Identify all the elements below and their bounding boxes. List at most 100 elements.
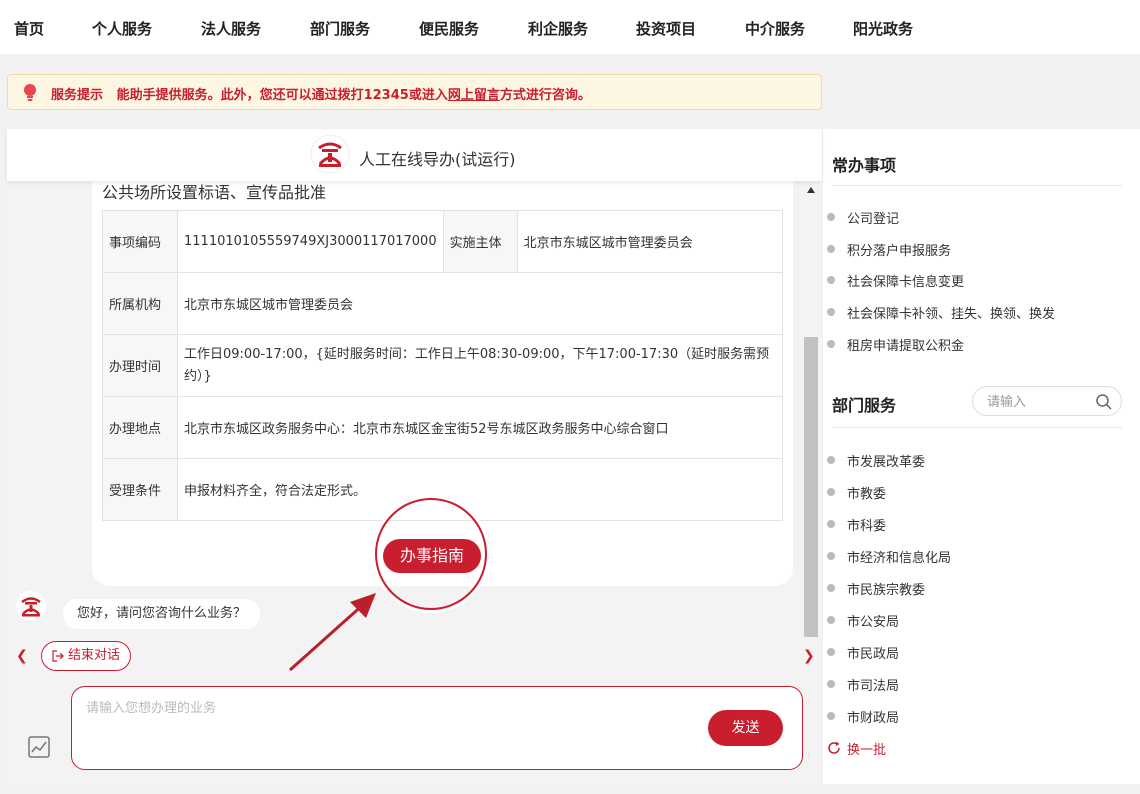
bullet-icon [827, 340, 835, 348]
scroll-up-arrow-icon[interactable] [807, 187, 815, 193]
nav-item-agency[interactable]: 中介服务 [745, 18, 805, 39]
nav-item-personal[interactable]: 个人服务 [92, 18, 152, 39]
common-items-title: 常办事项 [832, 156, 897, 175]
bullet-icon [827, 584, 835, 592]
nav-item-enterprise[interactable]: 利企服务 [528, 18, 588, 39]
bullet-icon [827, 245, 835, 253]
department-item[interactable]: 市民族宗教委 [827, 579, 926, 598]
bullet-icon [827, 712, 835, 720]
department-item[interactable]: 市公安局 [827, 611, 900, 630]
row-label: 事项编码 [102, 210, 178, 273]
nav-item-department[interactable]: 部门服务 [310, 18, 370, 39]
message-input[interactable] [86, 697, 686, 757]
chat-title: 人工在线导办(试运行) [359, 150, 516, 169]
row-label: 受理条件 [102, 458, 178, 521]
department-item-label: 市公安局 [847, 615, 900, 630]
bot-avatar-icon [16, 591, 46, 621]
table-row: 办理时间 工作日09:00-17:00，{延时服务时间：工作日上午08:30-0… [102, 334, 783, 397]
bullet-icon [827, 648, 835, 656]
bullet-icon [827, 616, 835, 624]
department-services-title: 部门服务 [832, 396, 897, 415]
common-item[interactable]: 社会保障卡补领、挂失、换领、换发 [827, 303, 1056, 322]
common-item-label: 社会保障卡信息变更 [847, 275, 965, 290]
bullet-icon [827, 680, 835, 688]
notice-text: 能助手提供服务。此外，您还可以通过拨打12345或进入 [116, 88, 448, 103]
bullet-icon [827, 520, 835, 528]
search-icon[interactable] [1095, 393, 1113, 411]
notice-message-link[interactable]: 网上留言 [448, 88, 500, 103]
department-search-input[interactable] [987, 393, 1087, 411]
department-search [972, 386, 1122, 416]
right-sidebar: 常办事项 公司登记 积分落户申报服务 社会保障卡信息变更 社会保障卡补领、挂失、… [823, 129, 1140, 784]
row-label: 办理地点 [102, 396, 178, 459]
row-label: 办理时间 [102, 334, 178, 397]
bullet-icon [827, 213, 835, 221]
divider [832, 185, 1122, 186]
department-item-label: 市民政局 [847, 647, 900, 662]
service-guide-button[interactable]: 办事指南 [383, 539, 481, 573]
department-item-label: 市民族宗教委 [847, 583, 926, 598]
service-info-table: 事项编码 1111010105559749XJ3000117017000 实施主… [102, 210, 784, 521]
end-conversation-button[interactable]: 结束对话 [41, 641, 131, 671]
service-logo-icon [310, 134, 350, 174]
nav-item-transparency[interactable]: 阳光政务 [853, 18, 913, 39]
refresh-icon [828, 741, 840, 754]
common-item-label: 积分落户申报服务 [847, 244, 952, 259]
notice-label: 服务提示 [51, 88, 104, 103]
chevron-right-icon[interactable]: ❯ [803, 648, 815, 664]
top-nav: 首页 个人服务 法人服务 部门服务 便民服务 利企服务 投资项目 中介服务 阳光… [0, 0, 1140, 54]
department-item[interactable]: 市发展改革委 [827, 451, 926, 470]
common-item-label: 社会保障卡补领、挂失、换领、换发 [847, 307, 1056, 322]
exit-icon [52, 650, 64, 662]
bullet-icon [827, 276, 835, 284]
divider [832, 427, 1122, 428]
table-row: 所属机构 北京市东城区城市管理委员会 [102, 272, 783, 335]
chat-header: 人工在线导办(试运行) [7, 129, 822, 181]
row-label: 所属机构 [102, 272, 178, 335]
department-item[interactable]: 市经济和信息化局 [827, 547, 952, 566]
common-item[interactable]: 租房申请提取公积金 [827, 335, 964, 354]
row-value: 北京市东城区政务服务中心：北京市东城区金宝街52号东城区政务服务中心综合窗口 [177, 396, 783, 459]
table-row: 事项编码 1111010105559749XJ3000117017000 实施主… [102, 210, 784, 273]
bullet-icon [827, 552, 835, 560]
bullet-icon [827, 456, 835, 464]
department-item-label: 市发展改革委 [847, 455, 926, 470]
department-item[interactable]: 市财政局 [827, 707, 900, 726]
department-item[interactable]: 市科委 [827, 515, 887, 534]
department-item-label: 市财政局 [847, 711, 900, 726]
lightbulb-icon [24, 84, 36, 101]
nav-item-legal-person[interactable]: 法人服务 [201, 18, 261, 39]
scrollbar-thumb[interactable] [804, 337, 818, 637]
nav-item-investment[interactable]: 投资项目 [636, 18, 696, 39]
common-item[interactable]: 公司登记 [827, 208, 900, 227]
row-label: 实施主体 [442, 210, 518, 273]
bot-message-bubble: 您好，请问您咨询什么业务？ [63, 599, 261, 629]
refresh-batch-button[interactable]: 换一批 [828, 739, 886, 758]
service-item-card: 公共场所设置标语、宣传品批准 事项编码 1111010105559749XJ30… [92, 164, 793, 586]
nav-item-convenience[interactable]: 便民服务 [419, 18, 479, 39]
department-item-label: 市经济和信息化局 [847, 551, 952, 566]
nav-item-home[interactable]: 首页 [14, 18, 44, 39]
send-button[interactable]: 发送 [708, 710, 783, 746]
department-item-label: 市教委 [847, 487, 887, 502]
department-item[interactable]: 市司法局 [827, 675, 900, 694]
department-item[interactable]: 市民政局 [827, 643, 900, 662]
bullet-icon [827, 308, 835, 316]
row-value: 1111010105559749XJ3000117017000 [177, 210, 444, 273]
common-item[interactable]: 积分落户申报服务 [827, 240, 952, 259]
common-item[interactable]: 社会保障卡信息变更 [827, 271, 965, 290]
notice-text-end: 方式进行咨询。 [499, 88, 591, 103]
department-item-label: 市司法局 [847, 679, 900, 694]
chat-panel: 人工在线导办(试运行) 公共场所设置标语、宣传品批准 事项编码 11110101… [7, 129, 822, 784]
chevron-left-icon[interactable]: ❮ [16, 648, 28, 664]
end-conversation-label: 结束对话 [68, 648, 121, 663]
table-row: 办理地点 北京市东城区政务服务中心：北京市东城区金宝街52号东城区政务服务中心综… [102, 396, 783, 459]
card-title: 公共场所设置标语、宣传品批准 [102, 183, 327, 202]
chart-icon[interactable] [28, 736, 50, 758]
department-item-label: 市科委 [847, 519, 887, 534]
row-value: 工作日09:00-17:00，{延时服务时间：工作日上午08:30-09:00，… [177, 334, 783, 397]
row-value: 北京市东城区城市管理委员会 [516, 210, 784, 273]
service-notice: 服务提示 能助手提供服务。此外，您还可以通过拨打12345或进入网上留言方式进行… [7, 74, 822, 110]
department-item[interactable]: 市教委 [827, 483, 887, 502]
common-item-label: 公司登记 [847, 212, 900, 227]
